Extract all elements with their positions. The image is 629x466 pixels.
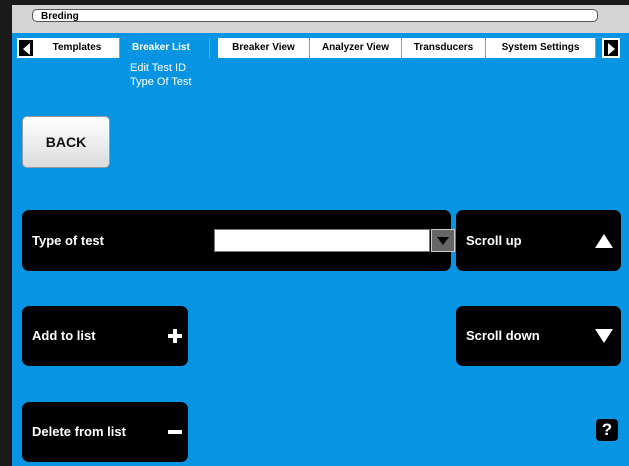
tab-transducers[interactable]: Transducers — [402, 38, 486, 58]
tab-breaker-list[interactable]: Breaker List — [130, 38, 210, 58]
chevron-down-icon — [437, 237, 449, 245]
type-of-test-select[interactable] — [214, 229, 430, 252]
chevron-right-icon — [608, 43, 615, 55]
delete-from-list-label: Delete from list — [32, 424, 126, 439]
subnav-item-type-of-test[interactable]: Type Of Test — [130, 75, 192, 89]
add-to-list-button[interactable]: Add to list — [22, 306, 188, 366]
type-of-test-label: Type of test — [32, 233, 104, 248]
scroll-up-button[interactable]: Scroll up — [456, 210, 621, 271]
tab-breaker-view[interactable]: Breaker View — [218, 38, 310, 58]
help-icon[interactable]: ? — [596, 419, 618, 441]
type-of-test-panel: Type of test — [22, 210, 455, 271]
delete-from-list-button[interactable]: Delete from list — [22, 402, 188, 462]
add-to-list-label: Add to list — [32, 328, 96, 343]
title-bar: Breding — [12, 5, 629, 33]
triangle-up-icon — [595, 234, 613, 248]
tab-templates[interactable]: Templates — [35, 38, 120, 58]
scroll-down-label: Scroll down — [466, 328, 540, 343]
chevron-left-icon — [23, 43, 30, 55]
tab-analyzer-view[interactable]: Analyzer View — [310, 38, 402, 58]
plus-icon — [168, 329, 182, 343]
minus-icon — [168, 430, 182, 434]
breadcrumb: Edit Test ID Type Of Test — [130, 61, 192, 89]
type-of-test-dropdown-button[interactable] — [431, 229, 455, 252]
app-screen: Breding Templates Breaker List Breaker V… — [12, 5, 629, 466]
subnav-item-edit-test-id[interactable]: Edit Test ID — [130, 61, 192, 75]
window-title: Breding — [32, 9, 598, 22]
back-button[interactable]: BACK — [22, 116, 110, 168]
scroll-down-button[interactable]: Scroll down — [456, 306, 621, 366]
tab-scroll-right-button[interactable] — [602, 38, 620, 58]
triangle-down-icon — [595, 329, 613, 343]
scroll-up-label: Scroll up — [466, 233, 522, 248]
tab-strip: Templates Breaker List Breaker View Anal… — [12, 33, 629, 63]
tab-scroll-left-button[interactable] — [17, 38, 35, 58]
tab-system-settings[interactable]: System Settings — [486, 38, 596, 58]
